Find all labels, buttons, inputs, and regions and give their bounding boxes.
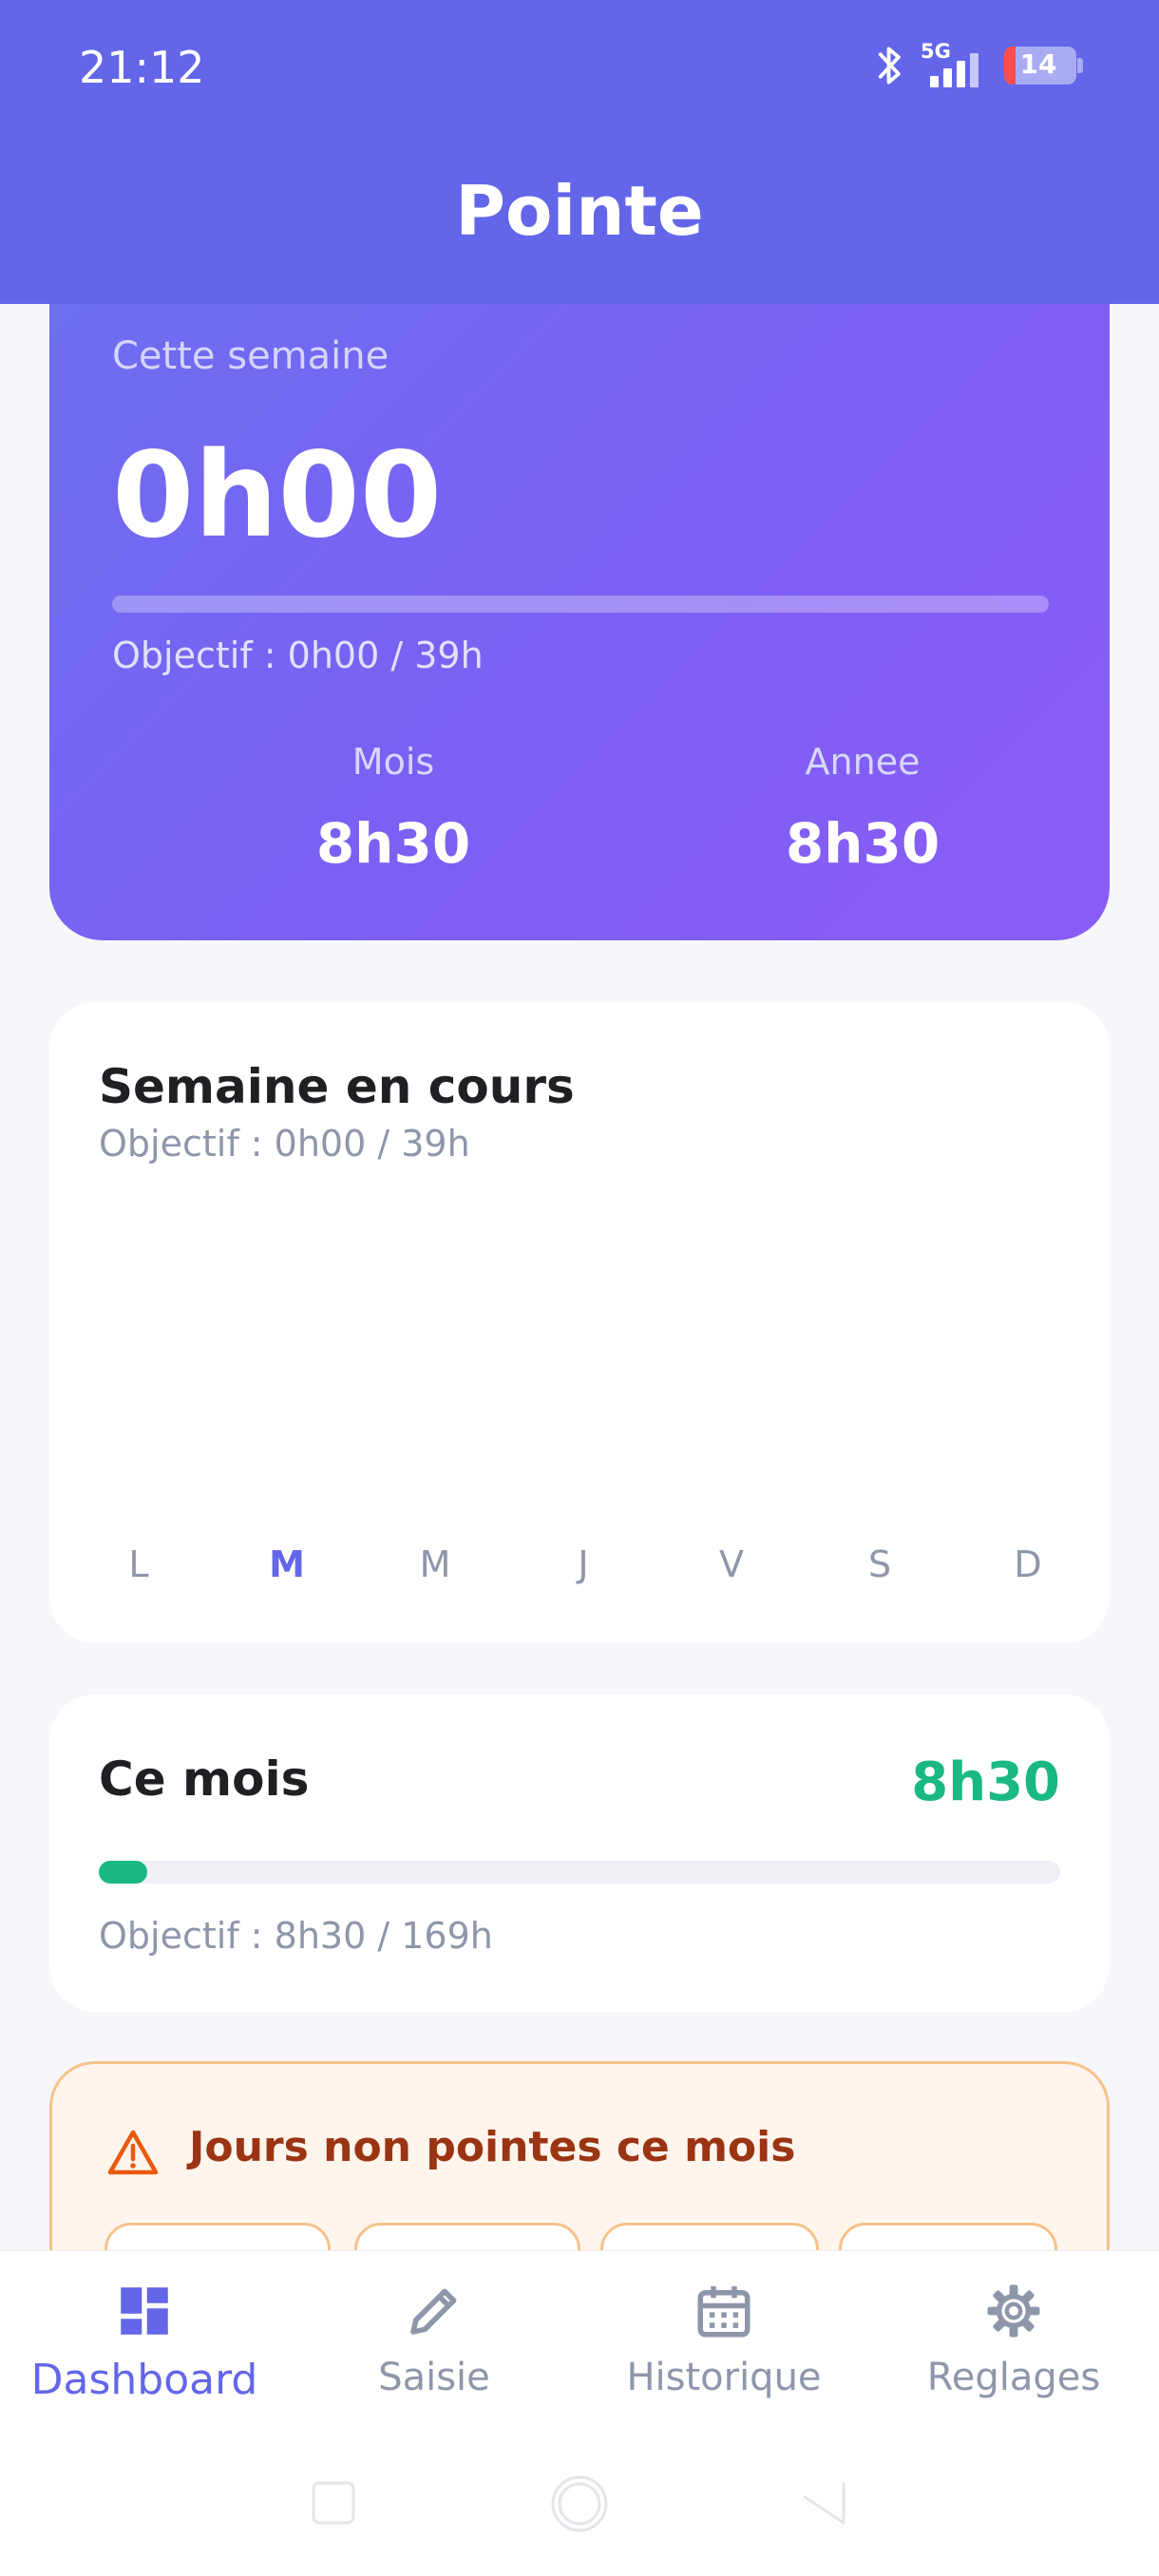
nav-item-historique[interactable]: Historique xyxy=(600,2280,847,2399)
status-icons: 5G 14 xyxy=(873,40,1083,89)
pencil-icon xyxy=(410,2288,457,2335)
month-stat: Mois 8h30 xyxy=(232,741,555,876)
nav-item-reglages[interactable]: Reglages xyxy=(890,2280,1137,2399)
recent-apps-icon[interactable] xyxy=(310,2479,357,2527)
month-goal-text: Objectif : 8h30 / 169h xyxy=(99,1915,493,1957)
warning-icon xyxy=(107,2130,159,2175)
system-navigation-bar xyxy=(0,2472,1159,2548)
month-progress-bar xyxy=(99,1861,1060,1884)
week-summary-label: Cette semaine xyxy=(112,334,390,378)
gear-icon xyxy=(987,2284,1040,2338)
current-week-card: Semaine en cours Objectif : 0h00 / 39h L… xyxy=(49,1002,1110,1643)
weekday-row: L M M J V S D xyxy=(104,1544,1062,1585)
year-stat-value: 8h30 xyxy=(785,811,940,876)
home-icon[interactable] xyxy=(549,2473,610,2534)
month-progress-fill xyxy=(99,1861,147,1884)
status-time: 21:12 xyxy=(79,42,205,93)
bottom-navigation: Dashboard Saisie Historique Reglages xyxy=(0,2251,1159,2576)
day-label-sat[interactable]: S xyxy=(846,1544,914,1585)
day-label-thu[interactable]: J xyxy=(549,1544,618,1585)
battery-level: 14 xyxy=(1019,48,1057,80)
week-goal-text: Objectif : 0h00 / 39h xyxy=(112,635,484,676)
day-label-sun[interactable]: D xyxy=(994,1544,1062,1585)
nav-label-saisie: Saisie xyxy=(378,2356,490,2399)
day-label-fri[interactable]: V xyxy=(697,1544,766,1585)
dashboard-icon xyxy=(121,2287,168,2335)
nav-label-historique: Historique xyxy=(626,2356,822,2399)
unpointed-days-title: Jours non pointes ce mois xyxy=(189,2123,796,2171)
day-label-tue[interactable]: M xyxy=(253,1544,321,1585)
month-stat-value: 8h30 xyxy=(315,811,471,876)
calendar-icon xyxy=(697,2285,750,2338)
battery-icon: 14 xyxy=(1004,47,1076,85)
app-header: 21:12 5G 14 Pointe xyxy=(0,0,1159,304)
this-month-card: Ce mois 8h30 Objectif : 8h30 / 169h xyxy=(49,1695,1110,2012)
bluetooth-icon xyxy=(878,47,901,85)
current-week-goal: Objectif : 0h00 / 39h xyxy=(99,1123,470,1165)
this-month-total: 8h30 xyxy=(911,1752,1060,1813)
nav-label-dashboard: Dashboard xyxy=(30,2356,258,2404)
current-week-title: Semaine en cours xyxy=(99,1059,575,1114)
month-stat-label: Mois xyxy=(352,741,435,783)
nav-item-dashboard[interactable]: Dashboard xyxy=(21,2280,268,2404)
week-summary-value: 0h00 xyxy=(112,427,443,564)
year-stat-label: Annee xyxy=(805,741,921,783)
nav-item-saisie[interactable]: Saisie xyxy=(311,2280,558,2399)
battery-tip xyxy=(1077,58,1083,73)
day-label-wed[interactable]: M xyxy=(401,1544,469,1585)
back-icon[interactable] xyxy=(798,2479,849,2527)
year-stat: Annee 8h30 xyxy=(701,741,1024,876)
nav-label-reglages: Reglages xyxy=(926,2356,1101,2399)
this-month-title: Ce mois xyxy=(99,1752,310,1807)
page-title: Pointe xyxy=(455,171,704,251)
day-label-mon[interactable]: L xyxy=(104,1544,173,1585)
week-summary-card: Cette semaine 0h00 Objectif : 0h00 / 39h… xyxy=(49,247,1110,940)
week-progress-bar xyxy=(112,596,1049,613)
cellular-signal-icon: 5G xyxy=(921,40,991,89)
